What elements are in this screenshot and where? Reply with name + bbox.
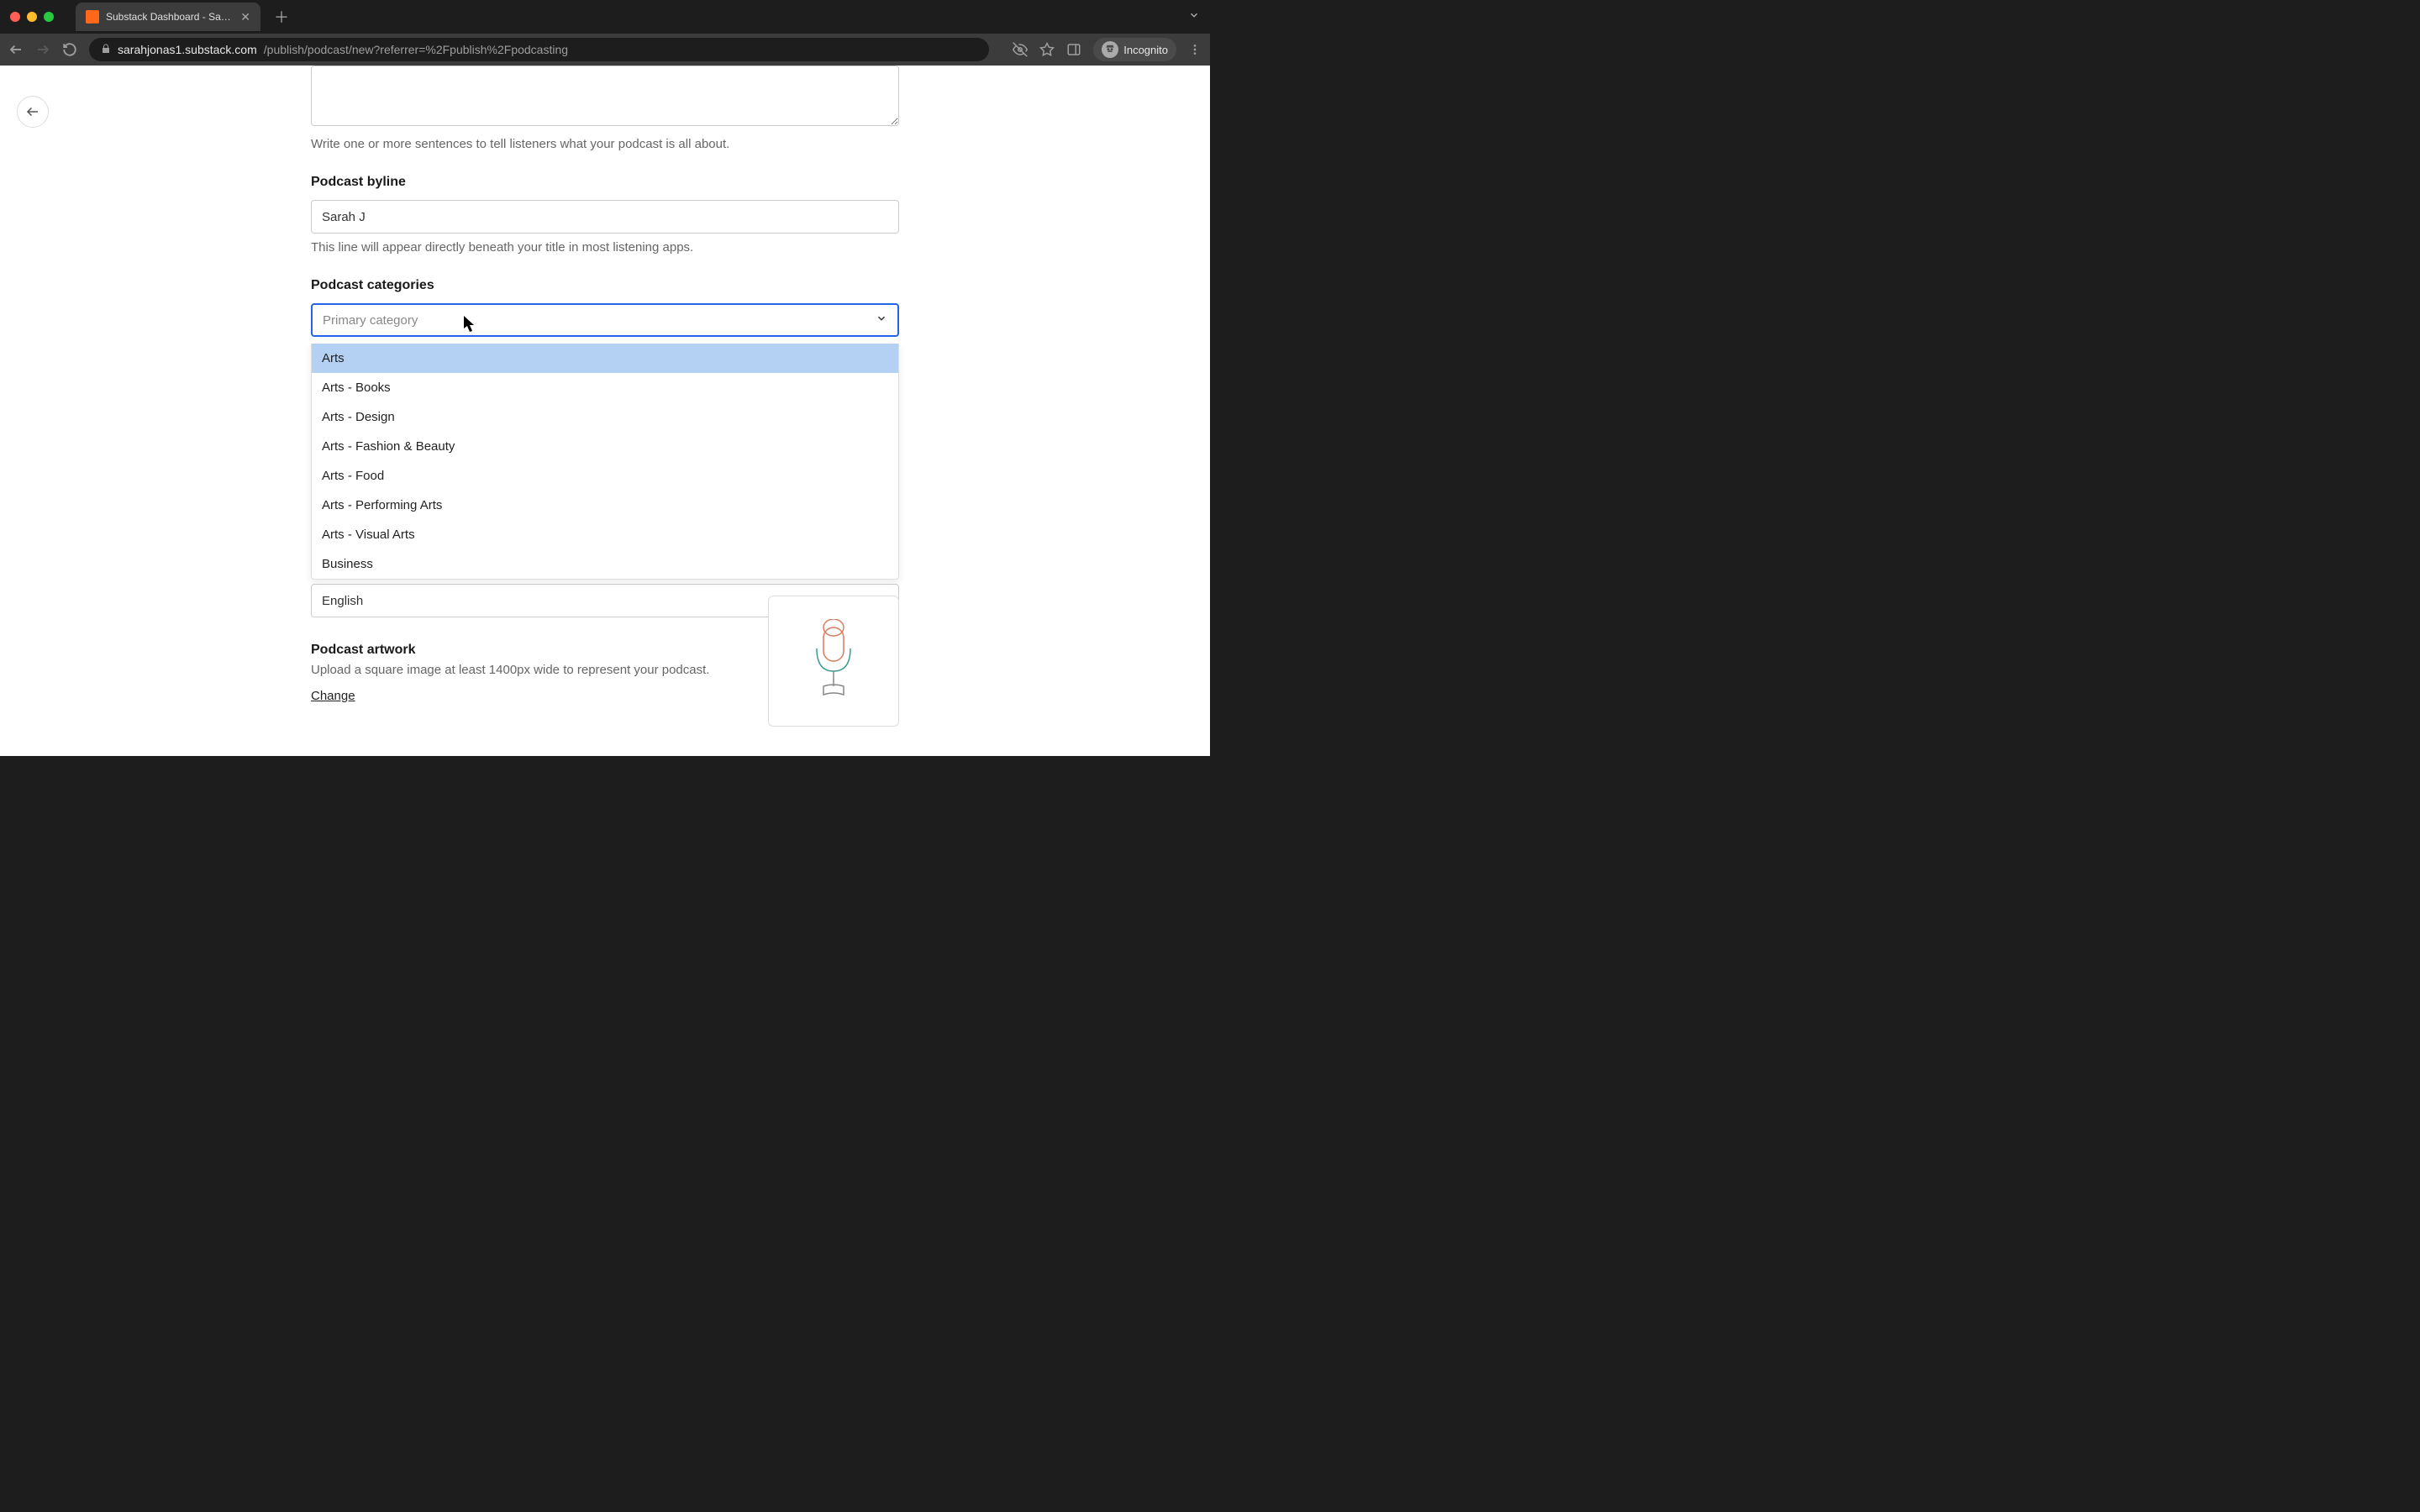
substack-favicon: [86, 10, 99, 24]
tab-bar: Substack Dashboard - Sarah's ✕ ＋: [0, 0, 1210, 34]
artwork-label: Podcast artwork: [311, 643, 743, 658]
forward-icon: [35, 42, 50, 57]
eye-off-icon[interactable]: [1013, 42, 1028, 57]
close-window-button[interactable]: [10, 12, 20, 22]
categories-label: Podcast categories: [311, 278, 899, 293]
lock-icon: [101, 44, 111, 56]
podcast-description-textarea[interactable]: [311, 66, 899, 126]
byline-label: Podcast byline: [311, 175, 899, 190]
back-icon[interactable]: [8, 42, 24, 57]
incognito-icon: [1102, 41, 1118, 58]
category-option[interactable]: Arts: [312, 344, 898, 373]
category-option[interactable]: Business: [312, 549, 898, 579]
url-host: sarahjonas1.substack.com: [118, 43, 257, 56]
description-helper: Write one or more sentences to tell list…: [311, 137, 899, 151]
category-option[interactable]: Arts - Fashion & Beauty: [312, 432, 898, 461]
reload-icon[interactable]: [62, 42, 77, 57]
minimize-window-button[interactable]: [27, 12, 37, 22]
address-bar: sarahjonas1.substack.com/publish/podcast…: [0, 34, 1210, 66]
page-content: Write one or more sentences to tell list…: [0, 66, 1210, 756]
maximize-window-button[interactable]: [44, 12, 54, 22]
category-option[interactable]: Arts - Books: [312, 373, 898, 402]
change-artwork-link[interactable]: Change: [311, 689, 355, 703]
url-bar[interactable]: sarahjonas1.substack.com/publish/podcast…: [89, 38, 989, 61]
category-dropdown: Arts Arts - Books Arts - Design Arts - F…: [311, 344, 899, 580]
primary-category-select[interactable]: Primary category Arts Arts - Books Arts …: [311, 303, 899, 337]
tabs-dropdown-icon[interactable]: [1188, 9, 1200, 25]
url-path: /publish/podcast/new?referrer=%2Fpublish…: [264, 43, 568, 56]
language-value: English: [322, 594, 363, 608]
microphone-icon: [808, 619, 859, 703]
incognito-label: Incognito: [1123, 44, 1168, 56]
category-option[interactable]: Arts - Visual Arts: [312, 520, 898, 549]
page-back-button[interactable]: [17, 96, 49, 128]
tab-close-icon[interactable]: ✕: [240, 10, 250, 24]
category-option[interactable]: Arts - Performing Arts: [312, 491, 898, 520]
incognito-indicator[interactable]: Incognito: [1093, 38, 1176, 61]
chevron-down-icon: [876, 312, 887, 328]
artwork-preview[interactable]: [768, 596, 899, 727]
category-option[interactable]: Arts - Design: [312, 402, 898, 432]
artwork-helper: Upload a square image at least 1400px wi…: [311, 663, 743, 677]
star-icon[interactable]: [1039, 42, 1055, 57]
new-tab-button[interactable]: ＋: [271, 3, 292, 31]
byline-helper: This line will appear directly beneath y…: [311, 240, 899, 255]
byline-input[interactable]: [311, 200, 899, 234]
browser-tab[interactable]: Substack Dashboard - Sarah's ✕: [76, 3, 260, 31]
tab-title: Substack Dashboard - Sarah's: [106, 11, 234, 23]
category-option[interactable]: Arts - Food: [312, 461, 898, 491]
panel-icon[interactable]: [1066, 42, 1081, 57]
primary-category-placeholder: Primary category: [323, 313, 418, 328]
kebab-menu-icon[interactable]: [1188, 43, 1202, 56]
